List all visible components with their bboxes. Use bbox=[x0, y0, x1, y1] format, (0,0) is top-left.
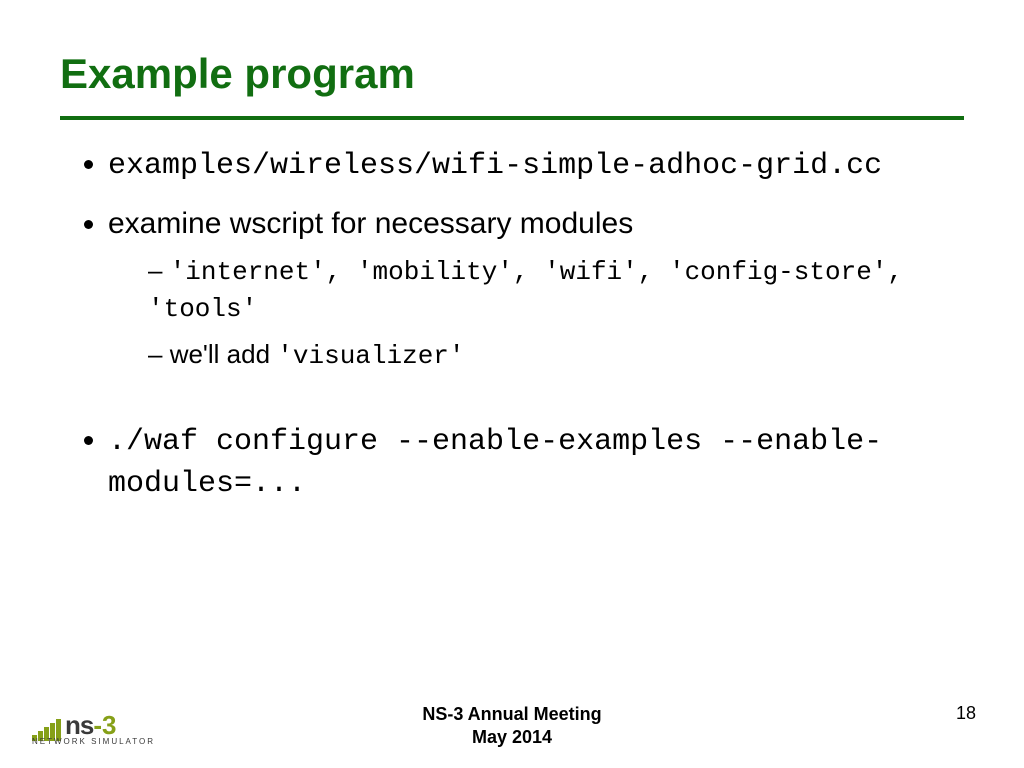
bullet-list: examples/wireless/wifi-simple-adhoc-grid… bbox=[60, 144, 964, 504]
footer: ns-3 NETWORK SIMULATOR NS-3 Annual Meeti… bbox=[0, 694, 1024, 754]
bullet-item: ./waf configure --enable-examples --enab… bbox=[108, 420, 964, 504]
sub-bullet-item: we'll add 'visualizer' bbox=[148, 337, 964, 374]
bullet-text: ./waf configure --enable-examples --enab… bbox=[108, 425, 882, 501]
title-rule bbox=[60, 116, 964, 120]
footer-line1: NS-3 Annual Meeting bbox=[0, 703, 1024, 726]
bullet-item: examples/wireless/wifi-simple-adhoc-grid… bbox=[108, 144, 964, 186]
bullet-item: examine wscript for necessary modules 'i… bbox=[108, 204, 964, 374]
sub-bullet-text: 'internet', 'mobility', 'wifi', 'config-… bbox=[148, 257, 903, 324]
page-number: 18 bbox=[956, 703, 976, 724]
slide-title: Example program bbox=[60, 50, 964, 98]
sub-bullet-text-prefix: we'll add bbox=[170, 339, 278, 369]
sub-bullet-text-code: 'visualizer' bbox=[277, 341, 464, 371]
footer-center: NS-3 Annual Meeting May 2014 bbox=[0, 703, 1024, 748]
sub-bullet-item: 'internet', 'mobility', 'wifi', 'config-… bbox=[148, 253, 964, 327]
footer-line2: May 2014 bbox=[0, 726, 1024, 749]
sub-bullet-list: 'internet', 'mobility', 'wifi', 'config-… bbox=[108, 253, 964, 374]
bullet-text: examine wscript for necessary modules bbox=[108, 207, 633, 240]
spacer bbox=[108, 392, 964, 420]
slide: Example program examples/wireless/wifi-s… bbox=[0, 0, 1024, 768]
bullet-text: examples/wireless/wifi-simple-adhoc-grid… bbox=[108, 149, 882, 183]
